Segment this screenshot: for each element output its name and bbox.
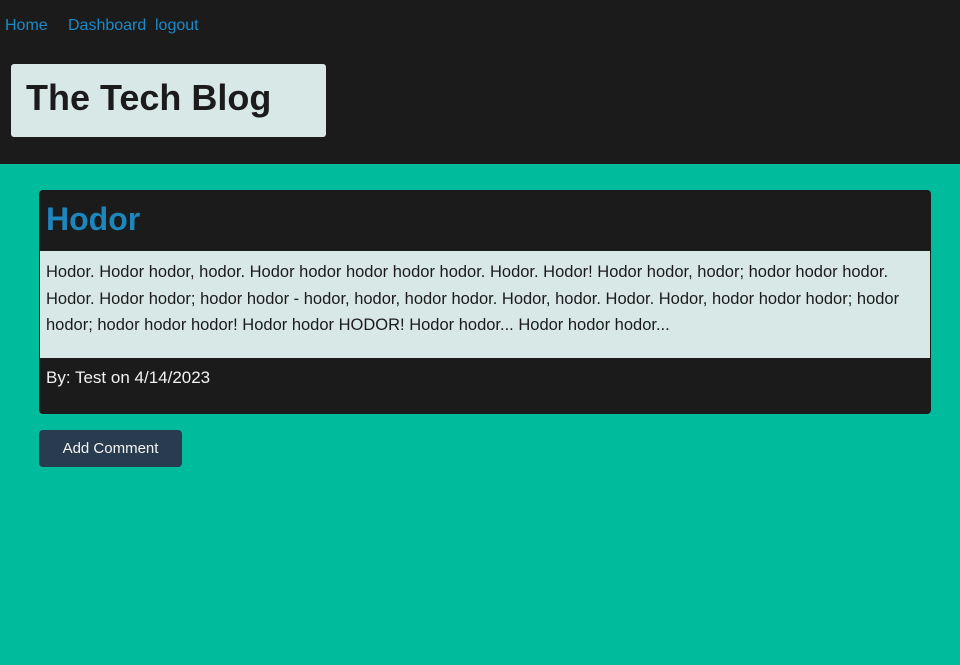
site-brand: The Tech Blog: [11, 64, 326, 137]
nav-logout-link[interactable]: logout: [155, 16, 199, 36]
post-title: Hodor: [46, 201, 141, 237]
post-meta: By: Test on 4/14/2023: [46, 368, 211, 387]
post-card: Hodor Hodor. Hodor hodor, hodor. Hodor h…: [39, 190, 931, 414]
post-body: Hodor. Hodor hodor, hodor. Hodor hodor h…: [40, 251, 930, 358]
nav-dashboard-link[interactable]: Dashboard: [68, 16, 146, 36]
site-title: The Tech Blog: [26, 77, 272, 118]
add-comment-button[interactable]: Add Comment: [39, 430, 182, 467]
nav-home-link[interactable]: Home: [5, 16, 48, 36]
site-header: Home Dashboard logout The Tech Blog: [0, 0, 960, 164]
